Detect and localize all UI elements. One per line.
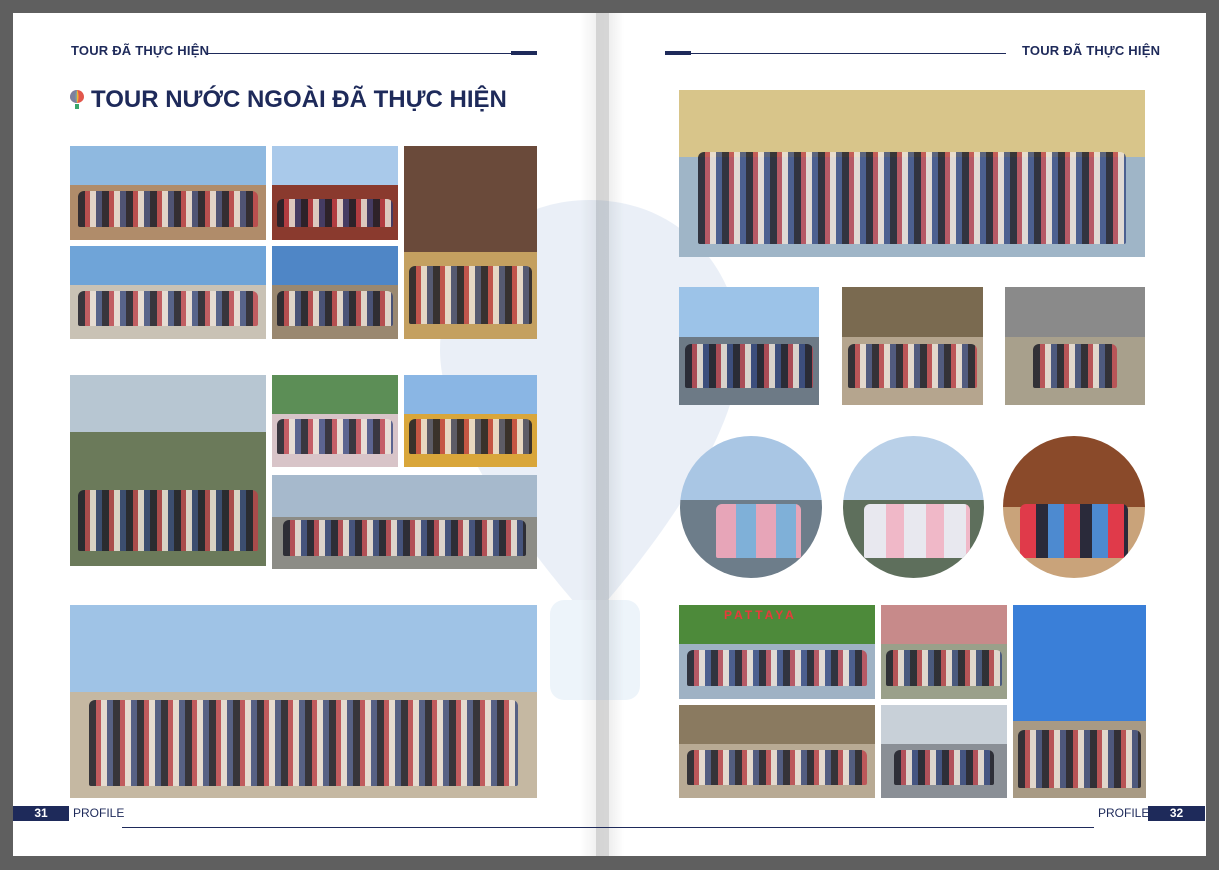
tour-photo-11 bbox=[679, 90, 1145, 257]
right-header-bar bbox=[665, 51, 691, 55]
pattaya-sign: PATTAYA bbox=[724, 608, 797, 622]
tour-photo-18 bbox=[679, 705, 875, 798]
footer-rule bbox=[122, 827, 1094, 828]
left-header-bar bbox=[511, 51, 537, 55]
right-footer-label: PROFILE bbox=[1098, 806, 1150, 820]
tour-photo-7 bbox=[272, 375, 398, 467]
tour-photo-8 bbox=[404, 375, 537, 467]
tour-photo-4 bbox=[70, 246, 266, 339]
tour-photo-circle-2 bbox=[843, 436, 984, 578]
tour-photo-14 bbox=[1005, 287, 1145, 405]
tour-photo-circle-1 bbox=[680, 436, 822, 578]
page-title: TOUR NƯỚC NGOÀI ĐÃ THỰC HIỆN bbox=[91, 86, 507, 113]
right-header: TOUR ĐÃ THỰC HIỆN bbox=[1022, 43, 1161, 58]
balloon-pin-icon bbox=[70, 90, 84, 109]
right-page-number: 32 bbox=[1148, 806, 1205, 821]
tour-photo-5 bbox=[272, 246, 398, 339]
right-header-rule bbox=[691, 53, 1006, 54]
tour-photo-15: PATTAYA bbox=[679, 605, 875, 699]
tour-photo-9 bbox=[272, 475, 537, 569]
tour-photo-19 bbox=[881, 705, 1007, 798]
left-header-rule bbox=[208, 53, 511, 54]
left-header: TOUR ĐÃ THỰC HIỆN bbox=[71, 43, 210, 58]
left-page-number: 31 bbox=[13, 806, 69, 821]
tour-photo-12 bbox=[679, 287, 819, 405]
tour-photo-13 bbox=[842, 287, 983, 405]
tour-photo-2 bbox=[272, 146, 398, 240]
tour-photo-10 bbox=[70, 605, 537, 798]
tour-photo-circle-3 bbox=[1003, 436, 1145, 578]
tour-photo-16 bbox=[881, 605, 1007, 699]
tour-photo-3 bbox=[404, 146, 537, 339]
tour-photo-17 bbox=[1013, 605, 1146, 798]
left-footer-label: PROFILE bbox=[73, 806, 125, 820]
tour-photo-1 bbox=[70, 146, 266, 240]
tour-photo-6 bbox=[70, 375, 266, 566]
